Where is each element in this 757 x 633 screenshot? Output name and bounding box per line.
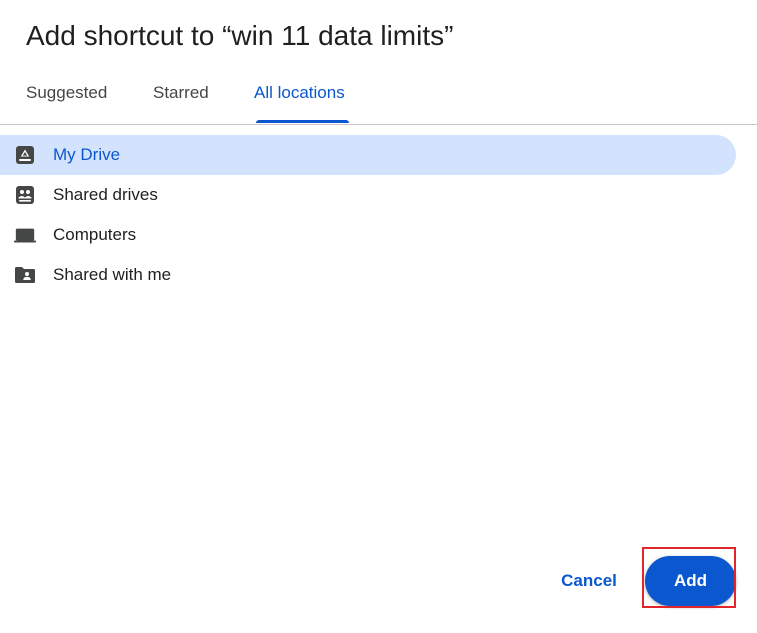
add-button-highlight-box — [642, 547, 736, 608]
my-drive-icon — [14, 144, 36, 166]
dialog-title: Add shortcut to “win 11 data limits” — [26, 20, 454, 51]
location-item-shared-drives[interactable]: Shared drives — [0, 175, 736, 215]
shared-drives-icon — [14, 184, 36, 206]
location-item-computers[interactable]: Computers — [0, 215, 736, 255]
location-label-computers: Computers — [53, 225, 137, 244]
cancel-button[interactable]: Cancel — [548, 560, 630, 602]
tab-suggested[interactable]: Suggested — [26, 72, 107, 124]
location-tabs: Suggested Starred All locations — [0, 72, 757, 125]
computer-icon — [14, 224, 36, 246]
add-shortcut-dialog: Add shortcut to “win 11 data limits” Sug… — [0, 0, 757, 633]
location-label-my-drive: My Drive — [53, 145, 121, 164]
location-label-shared-drives: Shared drives — [53, 185, 158, 204]
active-tab-indicator — [256, 120, 349, 123]
location-list: My Drive Shared drives Computers Shared … — [0, 135, 757, 295]
shared-folder-icon — [14, 264, 36, 286]
tab-starred[interactable]: Starred — [153, 72, 209, 124]
location-item-shared-with-me[interactable]: Shared with me — [0, 255, 736, 295]
location-label-shared-with-me: Shared with me — [53, 265, 172, 284]
tab-all-locations[interactable]: All locations — [254, 72, 345, 124]
location-item-my-drive[interactable]: My Drive — [0, 135, 736, 175]
